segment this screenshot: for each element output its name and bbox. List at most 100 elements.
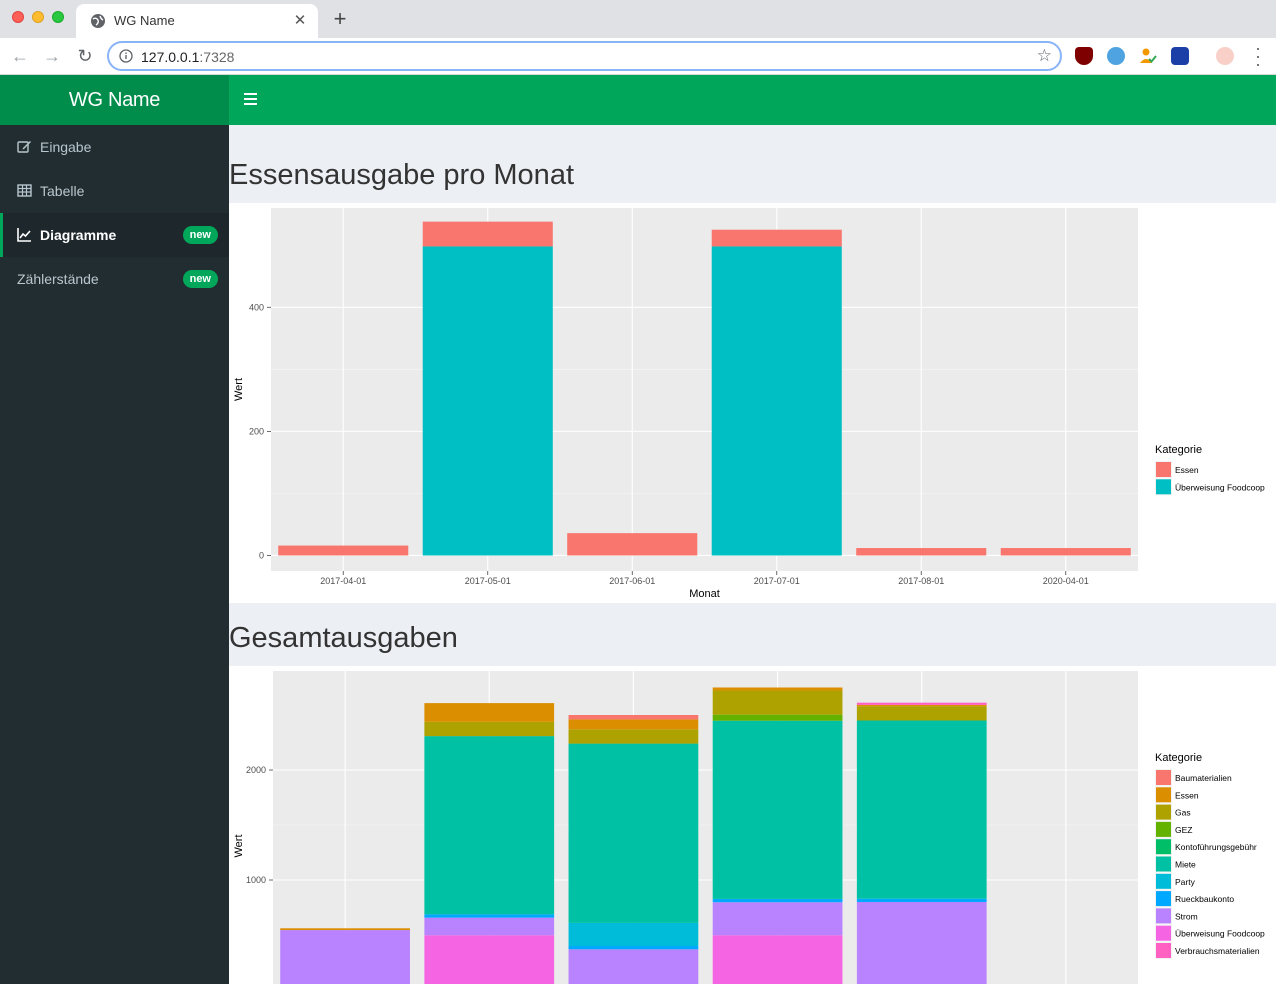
forward-arrow-icon[interactable]: → — [42, 46, 62, 66]
legend-key — [1156, 804, 1171, 820]
edit-icon — [17, 141, 31, 153]
browser-titlebar: WG Name ✕ + — [0, 0, 1276, 38]
bar-segment — [424, 703, 555, 722]
close-window-button[interactable] — [12, 11, 24, 23]
bar-segment — [280, 928, 410, 931]
globe-icon — [91, 14, 105, 28]
legend-key — [1156, 787, 1171, 803]
sidebar-item-eingabe[interactable]: Eingabe — [0, 125, 229, 169]
top-navbar — [229, 75, 1276, 125]
y-axis-title: Wert — [233, 834, 245, 857]
person-check-extension-icon[interactable] — [1139, 47, 1157, 65]
legend-key — [1156, 891, 1171, 907]
bar-segment — [568, 715, 699, 720]
sidebar: Eingabe Tabelle Diagramme new Zählerstän… — [0, 125, 229, 984]
legend-title: Kategorie — [1155, 752, 1202, 764]
legend-label: Essen — [1175, 465, 1199, 475]
bar-segment — [422, 221, 553, 247]
bar-segment — [712, 902, 843, 936]
legend-label: Party — [1175, 877, 1196, 887]
legend-key — [1156, 908, 1171, 924]
bar-segment — [280, 930, 410, 984]
legend-key — [1156, 462, 1171, 477]
legend-key — [1156, 770, 1171, 785]
bar-segment — [712, 898, 843, 903]
bar-segment — [568, 719, 699, 730]
legend-label: Gas — [1175, 808, 1191, 818]
legend-label: Rueckbaukonto — [1175, 894, 1234, 904]
browser-menu-icon[interactable]: · · · — [1252, 39, 1264, 73]
sidebar-item-diagramme[interactable]: Diagramme new — [0, 213, 229, 257]
gesamtausgaben-chart: 1000 2000 Wert Kategorie Baumaterialien Essen… — [233, 671, 1265, 984]
back-arrow-icon[interactable]: ← — [10, 46, 30, 66]
browser-tab[interactable]: WG Name ✕ — [76, 4, 318, 38]
bar-segment — [856, 702, 987, 705]
bar-segment — [424, 721, 555, 737]
new-tab-button[interactable]: + — [330, 8, 350, 30]
legend-label: Überweisung Foodcoop — [1175, 482, 1265, 492]
legend-key — [1156, 839, 1171, 855]
y-axis-title: Wert — [233, 378, 245, 401]
puzzle-extension-icon[interactable] — [1171, 47, 1189, 65]
essensausgabe-plot: 0 200 400 2017-04-01 2017-05-01 2017-06-01 201… — [229, 203, 1276, 603]
profile-avatar-icon[interactable] — [1216, 47, 1234, 65]
reload-icon[interactable]: ↻ — [75, 46, 95, 66]
y-tick-label: 400 — [249, 302, 264, 312]
tab-title: WG Name — [114, 13, 175, 28]
minimize-window-button[interactable] — [32, 11, 44, 23]
vimium-extension-icon[interactable] — [1107, 47, 1125, 65]
bar-segment — [424, 917, 555, 936]
sidebar-item-tabelle[interactable]: Tabelle — [0, 169, 229, 213]
bar-segment — [711, 246, 842, 556]
line-chart-icon — [17, 228, 31, 242]
y-tick-label: 200 — [249, 426, 264, 436]
bar-segment — [568, 922, 699, 946]
bar-segment — [424, 736, 555, 915]
bar-segment — [424, 914, 555, 918]
legend-label: Kontoführungsgebühr — [1175, 842, 1257, 852]
legend-key — [1156, 821, 1171, 837]
address-bar[interactable]: 127.0.0.1:7328 ☆ — [107, 41, 1062, 71]
main-content: Essensausgabe pro Monat 0 200 400 2017-04-0… — [229, 125, 1276, 984]
ublock-extension-icon[interactable] — [1075, 47, 1093, 65]
maximize-window-button[interactable] — [52, 11, 64, 23]
y-tick-label: 2000 — [246, 765, 266, 775]
x-tick-label: 2020-04-01 — [1043, 576, 1089, 586]
info-icon — [119, 49, 133, 63]
x-tick-label: 2017-04-01 — [320, 576, 366, 586]
bookmark-star-icon[interactable]: ☆ — [1037, 46, 1052, 66]
url-text: 127.0.0.1:7328 — [141, 49, 234, 65]
legend-key — [1156, 925, 1171, 941]
close-tab-icon[interactable]: ✕ — [292, 11, 308, 29]
legend-title: Kategorie — [1155, 444, 1202, 456]
bar-segment — [568, 729, 699, 744]
section-title-gesamtausgaben: Gesamtausgaben — [229, 622, 458, 654]
new-badge: new — [182, 270, 218, 288]
x-axis-title: Monat — [689, 588, 720, 600]
bar-segment — [568, 743, 699, 923]
legend-label: Verbrauchsmaterialien — [1175, 946, 1260, 956]
x-tick-label: 2017-07-01 — [754, 576, 800, 586]
legend-label: Baumaterialien — [1175, 773, 1232, 783]
gesamtausgaben-plot: 1000 2000 Wert Kategorie Baumaterialien Essen… — [229, 666, 1276, 984]
legend-key — [1156, 856, 1171, 872]
sidebar-item-zaehlerstaende[interactable]: Zählerstände new — [0, 257, 229, 301]
x-tick-label: 2017-06-01 — [609, 576, 655, 586]
bar-segment — [567, 533, 698, 556]
bar-segment — [568, 946, 699, 950]
app-logo[interactable]: WG Name — [0, 75, 229, 125]
bar-segment — [712, 687, 843, 691]
bar-segment — [856, 548, 987, 556]
sidebar-item-label: Eingabe — [40, 139, 92, 155]
sidebar-item-label: Tabelle — [40, 183, 85, 199]
legend-label: Überweisung Foodcoop — [1175, 929, 1265, 939]
y-tick-label: 1000 — [246, 875, 266, 885]
bar-segment — [711, 229, 842, 247]
legend-key — [1156, 873, 1171, 889]
table-icon — [17, 184, 32, 197]
sidebar-toggle-icon[interactable] — [244, 93, 257, 105]
bar-segment — [1000, 548, 1131, 556]
bar-segment — [278, 545, 409, 556]
bar-segment — [856, 704, 987, 707]
sidebar-item-label: Zählerstände — [17, 271, 99, 287]
